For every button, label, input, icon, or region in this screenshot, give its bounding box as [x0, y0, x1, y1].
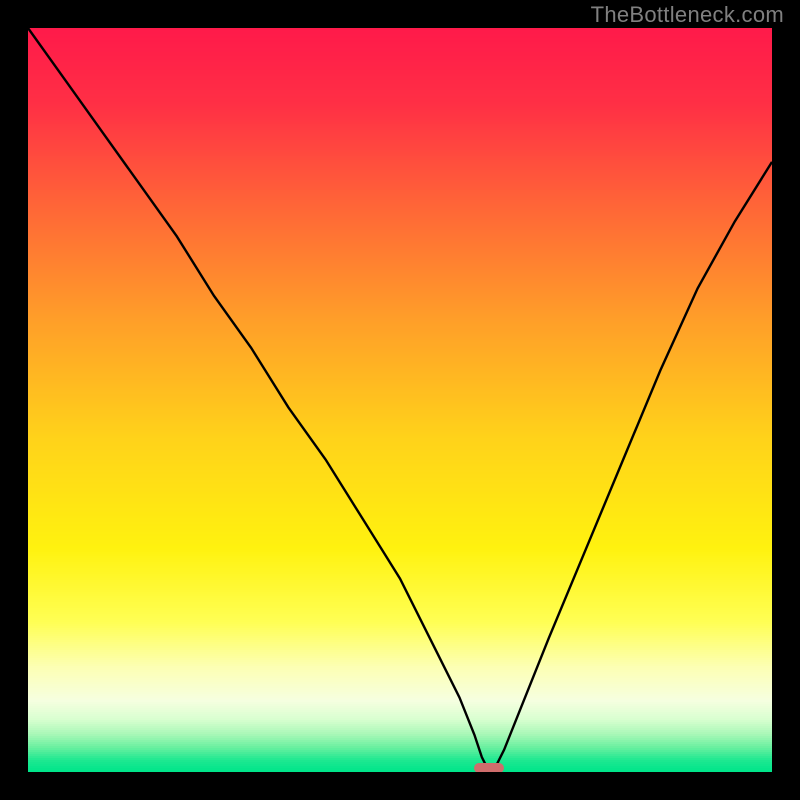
chart-frame: TheBottleneck.com — [0, 0, 800, 800]
bottleneck-curve-line — [28, 28, 772, 772]
optimal-point-marker — [474, 763, 504, 772]
watermark-text: TheBottleneck.com — [591, 2, 784, 28]
plot-area — [28, 28, 772, 772]
bottleneck-curve-svg — [28, 28, 772, 772]
